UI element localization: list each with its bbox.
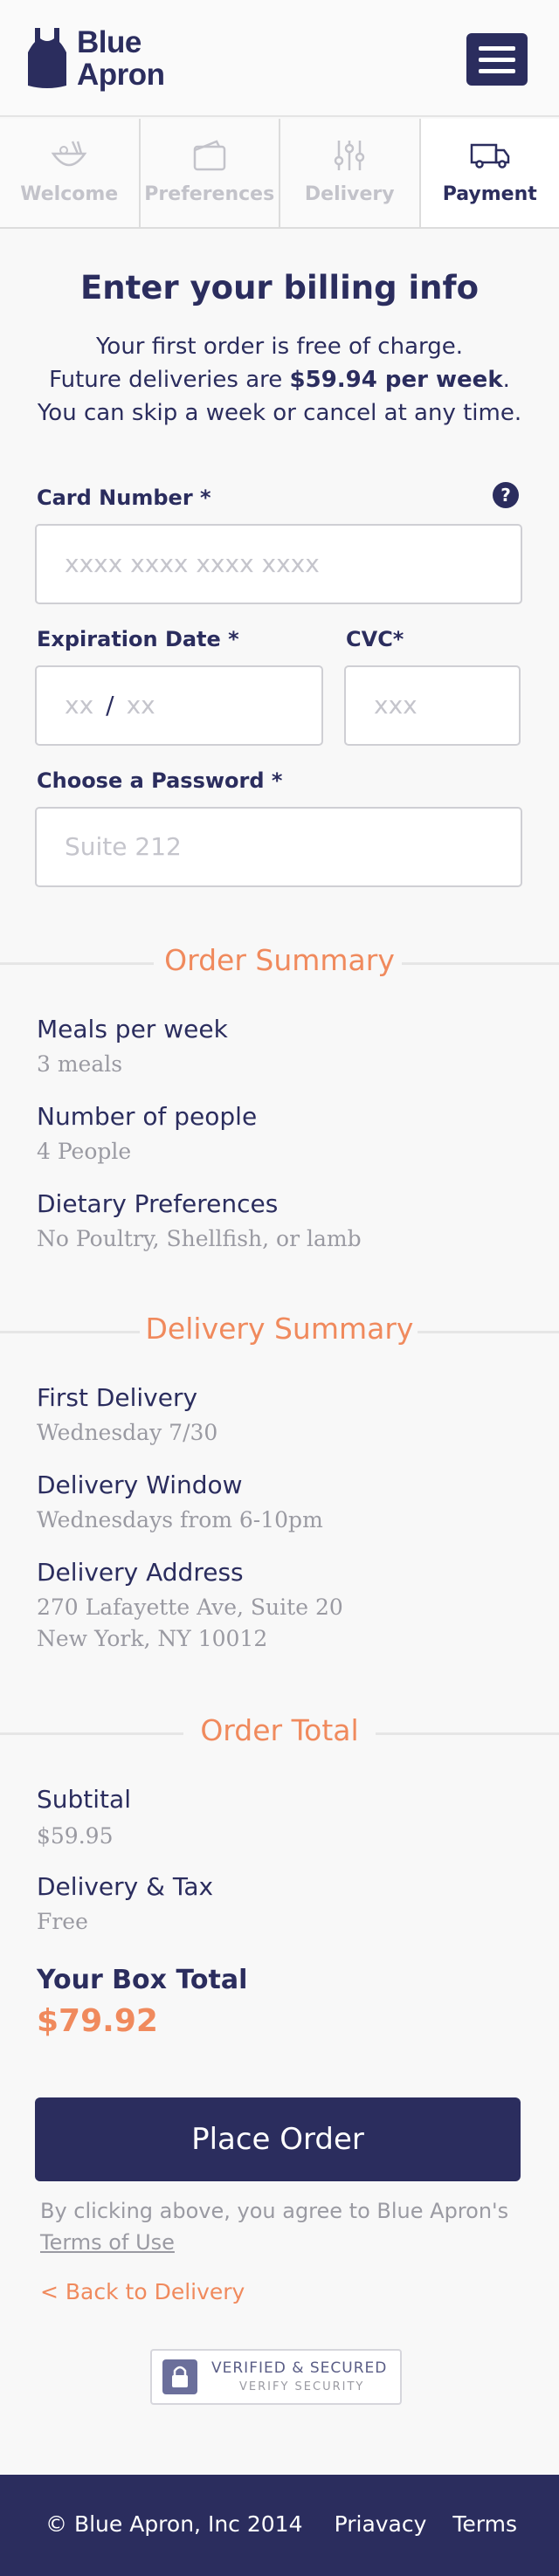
card-number-label: Card Number *: [37, 486, 211, 510]
subtotal-label: Subtital: [37, 1785, 131, 1814]
menu-button[interactable]: [466, 33, 528, 86]
meals-per-week-value: 3 meals: [37, 1051, 123, 1077]
number-of-people-value: 4 People: [37, 1139, 132, 1164]
apron-icon: [28, 28, 66, 88]
intro-line3: You can skip a week or cancel at any tim…: [37, 400, 522, 426]
meals-per-week-label: Meals per week: [37, 1015, 228, 1043]
footer-links: Priavacy Terms: [315, 2511, 517, 2537]
back-to-delivery-link[interactable]: < Back to Delivery: [40, 2279, 245, 2304]
cvc-input[interactable]: xxx: [344, 665, 521, 746]
delivery-window-label: Delivery Window: [37, 1471, 243, 1499]
delivery-address-line1: 270 Lafayette Ave, Suite 20: [37, 1595, 343, 1620]
order-summary-heading: Order Summary: [0, 941, 559, 985]
site-footer: © Blue Apron, Inc 2014 Priavacy Terms: [0, 2475, 559, 2576]
terms-of-use-link[interactable]: Terms of Use: [40, 2227, 175, 2258]
privacy-link[interactable]: Priavacy: [335, 2511, 427, 2537]
weekly-price: $59.94 per week: [289, 367, 503, 393]
step-payment[interactable]: Payment: [420, 119, 559, 227]
delivery-window-value: Wednesdays from 6-10pm: [37, 1507, 323, 1533]
page-title: Enter your billing info: [80, 269, 479, 307]
wallet-icon: [193, 140, 225, 171]
intro-line2: Future deliveries are $59.94 per week.: [49, 367, 510, 393]
first-delivery-value: Wednesday 7/30: [37, 1420, 218, 1445]
password-label: Choose a Password *: [37, 768, 283, 793]
logo-text-line2: Apron: [77, 58, 165, 92]
order-total-heading: Order Total: [0, 1712, 559, 1755]
delivery-tax-label: Delivery & Tax: [37, 1872, 214, 1901]
delivery-summary-heading: Delivery Summary: [0, 1310, 559, 1353]
copyright: © Blue Apron, Inc 2014: [45, 2511, 303, 2537]
step-delivery[interactable]: Delivery: [280, 119, 421, 227]
password-input[interactable]: Suite 212: [35, 807, 522, 887]
progress-steps: Welcome Preferences Delivery Payment: [0, 119, 559, 229]
bowl-icon: [51, 141, 87, 167]
step-label-payment: Payment: [442, 183, 537, 205]
sliders-icon: [335, 141, 365, 170]
secure-badge-line1: VERIFIED & SECURED: [211, 2359, 388, 2377]
expiration-date-label: Expiration Date *: [37, 627, 239, 651]
question-icon[interactable]: ?: [493, 482, 519, 508]
step-welcome[interactable]: Welcome: [0, 119, 141, 227]
intro-line1: Your first order is free of charge.: [95, 334, 464, 360]
secure-badge-line2: VERIFY SECURITY: [239, 2380, 365, 2393]
lock-icon: [162, 2359, 197, 2394]
terms-agreement: By clicking above, you agree to Blue Apr…: [40, 2195, 529, 2258]
billing-intro: Your first order is free of charge. Futu…: [17, 330, 542, 430]
delivery-address-label: Delivery Address: [37, 1558, 244, 1587]
step-label-preferences: Preferences: [144, 183, 275, 205]
number-of-people-label: Number of people: [37, 1102, 258, 1131]
dietary-preferences-label: Dietary Preferences: [37, 1189, 279, 1218]
dietary-preferences-value: No Poultry, Shellfish, or lamb: [37, 1226, 362, 1251]
subtotal-value: $59.95: [37, 1823, 114, 1849]
card-number-input[interactable]: xxxx xxxx xxxx xxxx: [35, 524, 522, 604]
hamburger-icon: [479, 46, 515, 51]
step-preferences[interactable]: Preferences: [141, 119, 280, 227]
expiration-date-input[interactable]: xx / xx: [35, 665, 323, 746]
box-total-label: Your Box Total: [37, 1965, 248, 1995]
agree-text: By clicking above, you agree to Blue Apr…: [40, 2199, 509, 2223]
truck-icon: [470, 143, 509, 169]
logo-text-line1: Blue: [77, 25, 141, 59]
site-header: Blue Apron: [0, 0, 559, 117]
first-delivery-label: First Delivery: [37, 1383, 198, 1412]
delivery-tax-value: Free: [37, 1909, 88, 1934]
exp-year-placeholder: xx: [126, 691, 155, 720]
step-label-welcome: Welcome: [20, 183, 119, 205]
delivery-address-line2: New York, NY 10012: [37, 1626, 268, 1651]
blue-apron-logo[interactable]: Blue Apron: [26, 26, 175, 96]
place-order-button[interactable]: Place Order: [35, 2097, 521, 2181]
box-total-value: $79.92: [37, 2003, 158, 2039]
cvc-label: CVC*: [346, 627, 404, 651]
terms-link[interactable]: Terms: [452, 2511, 517, 2537]
verified-secured-badge[interactable]: VERIFIED & SECURED VERIFY SECURITY: [150, 2349, 402, 2405]
exp-month-placeholder: xx: [65, 691, 94, 720]
exp-separator: /: [106, 691, 114, 720]
step-label-delivery: Delivery: [304, 183, 395, 205]
